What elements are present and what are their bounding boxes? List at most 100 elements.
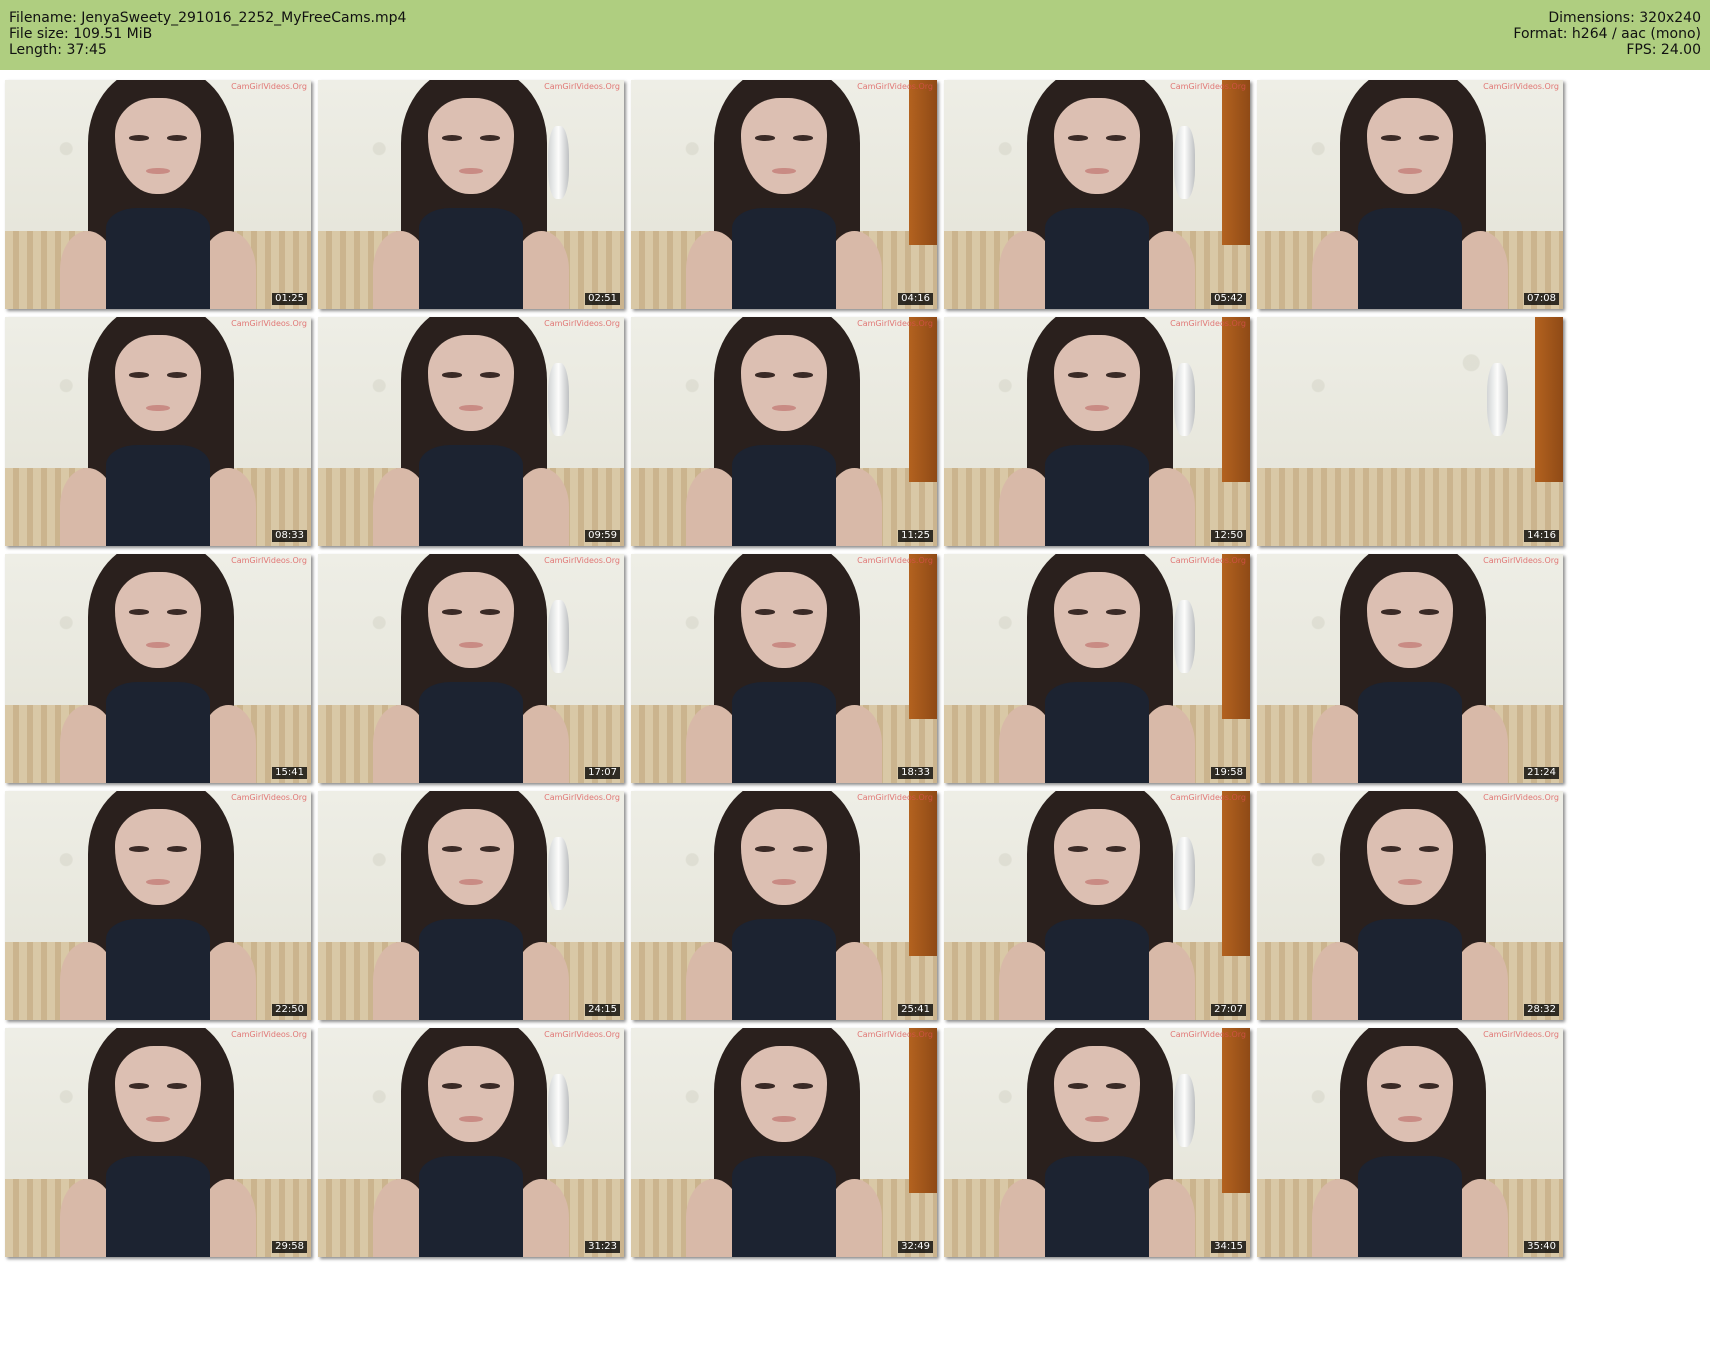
lips (771, 404, 796, 412)
timestamp-label: 02:51 (585, 293, 620, 305)
navy-top (731, 1156, 836, 1257)
eye (479, 134, 501, 141)
eye (128, 1082, 150, 1089)
eye (479, 1082, 501, 1089)
thumbnail-frame: CamGirlVideos.Org 12:50 (944, 317, 1250, 546)
wall-lamp (547, 125, 569, 200)
thumbnail-frame: CamGirlVideos.Org 29:58 (5, 1028, 311, 1257)
metadata-header: Filename: JenyaSweety_291016_2252_MyFree… (0, 0, 1710, 70)
eye (1105, 1082, 1127, 1089)
wall-lamp (1486, 362, 1508, 437)
lips (458, 167, 483, 175)
lips (1084, 167, 1109, 175)
filesize-text: File size: 109.51 MiB (9, 26, 153, 42)
timestamp-label: 17:07 (585, 767, 620, 779)
eye (754, 1082, 776, 1089)
door (909, 791, 937, 956)
timestamp-label: 01:25 (272, 293, 307, 305)
timestamp-label: 28:32 (1524, 1004, 1559, 1016)
timestamp-label: 08:33 (272, 530, 307, 542)
lips (771, 878, 796, 886)
eye (441, 608, 463, 615)
timestamp-label: 04:16 (898, 293, 933, 305)
eye (166, 134, 188, 141)
eye (441, 1082, 463, 1089)
watermark-text: CamGirlVideos.Org (544, 82, 620, 91)
thumbnail-frame: CamGirlVideos.Org 34:15 (944, 1028, 1250, 1257)
watermark-text: CamGirlVideos.Org (231, 319, 307, 328)
watermark-text: CamGirlVideos.Org (1170, 556, 1246, 565)
navy-top (105, 919, 210, 1020)
eye (1418, 134, 1440, 141)
door (1222, 80, 1250, 245)
navy-top (1044, 1156, 1149, 1257)
navy-top (731, 919, 836, 1020)
eye (1067, 608, 1089, 615)
eye (166, 608, 188, 615)
navy-top (418, 682, 523, 783)
eye (1067, 1082, 1089, 1089)
navy-top (105, 208, 210, 309)
format-text: Format: h264 / aac (mono) (1513, 26, 1701, 42)
eye (1380, 134, 1402, 141)
lips (1084, 641, 1109, 649)
watermark-text: CamGirlVideos.Org (1483, 793, 1559, 802)
eye (1418, 845, 1440, 852)
timestamp-label: 12:50 (1211, 530, 1246, 542)
watermark-text: CamGirlVideos.Org (544, 319, 620, 328)
timestamp-label: 09:59 (585, 530, 620, 542)
eye (1105, 371, 1127, 378)
lips (771, 641, 796, 649)
lips (1397, 641, 1422, 649)
watermark-text: CamGirlVideos.Org (231, 82, 307, 91)
watermark-text: CamGirlVideos.Org (544, 793, 620, 802)
fps-text: FPS: 24.00 (1626, 42, 1701, 58)
navy-top (1044, 919, 1149, 1020)
watermark-text: CamGirlVideos.Org (1483, 1030, 1559, 1039)
wall-lamp (547, 362, 569, 437)
metadata-right: Dimensions: 320x240 Format: h264 / aac (… (1513, 10, 1701, 58)
thumbnail-frame: CamGirlVideos.Org 09:59 (318, 317, 624, 546)
watermark-text: CamGirlVideos.Org (857, 793, 933, 802)
filename-text: Filename: JenyaSweety_291016_2252_MyFree… (9, 10, 407, 26)
thumbnail-frame: CamGirlVideos.Org 08:33 (5, 317, 311, 546)
navy-top (1357, 919, 1462, 1020)
eye (792, 845, 814, 852)
eye (754, 608, 776, 615)
lips (458, 1115, 483, 1123)
eye (1067, 134, 1089, 141)
door (909, 1028, 937, 1193)
timestamp-label: 27:07 (1211, 1004, 1246, 1016)
eye (128, 608, 150, 615)
watermark-text: CamGirlVideos.Org (1170, 82, 1246, 91)
navy-top (418, 919, 523, 1020)
lips (458, 878, 483, 886)
timestamp-label: 11:25 (898, 530, 933, 542)
eye (792, 134, 814, 141)
lips (145, 1115, 170, 1123)
timestamp-label: 19:58 (1211, 767, 1246, 779)
watermark-text: CamGirlVideos.Org (1483, 82, 1559, 91)
lips (145, 167, 170, 175)
timestamp-label: 25:41 (898, 1004, 933, 1016)
timestamp-label: 35:40 (1524, 1241, 1559, 1253)
wall-lamp (547, 836, 569, 911)
eye (1105, 845, 1127, 852)
thumbnail-frame: CamGirlVideos.Org 35:40 (1257, 1028, 1563, 1257)
eye (441, 845, 463, 852)
eye (479, 845, 501, 852)
navy-top (731, 445, 836, 546)
wall-lamp (1173, 836, 1195, 911)
navy-top (1044, 682, 1149, 783)
timestamp-label: 24:15 (585, 1004, 620, 1016)
eye (441, 371, 463, 378)
lips (771, 1115, 796, 1123)
lips (1084, 1115, 1109, 1123)
timestamp-label: 18:33 (898, 767, 933, 779)
timestamp-label: 31:23 (585, 1241, 620, 1253)
lips (771, 167, 796, 175)
lips (1084, 878, 1109, 886)
watermark-text: CamGirlVideos.Org (857, 556, 933, 565)
lips (145, 878, 170, 886)
thumbnail-frame: CamGirlVideos.Org 24:15 (318, 791, 624, 1020)
